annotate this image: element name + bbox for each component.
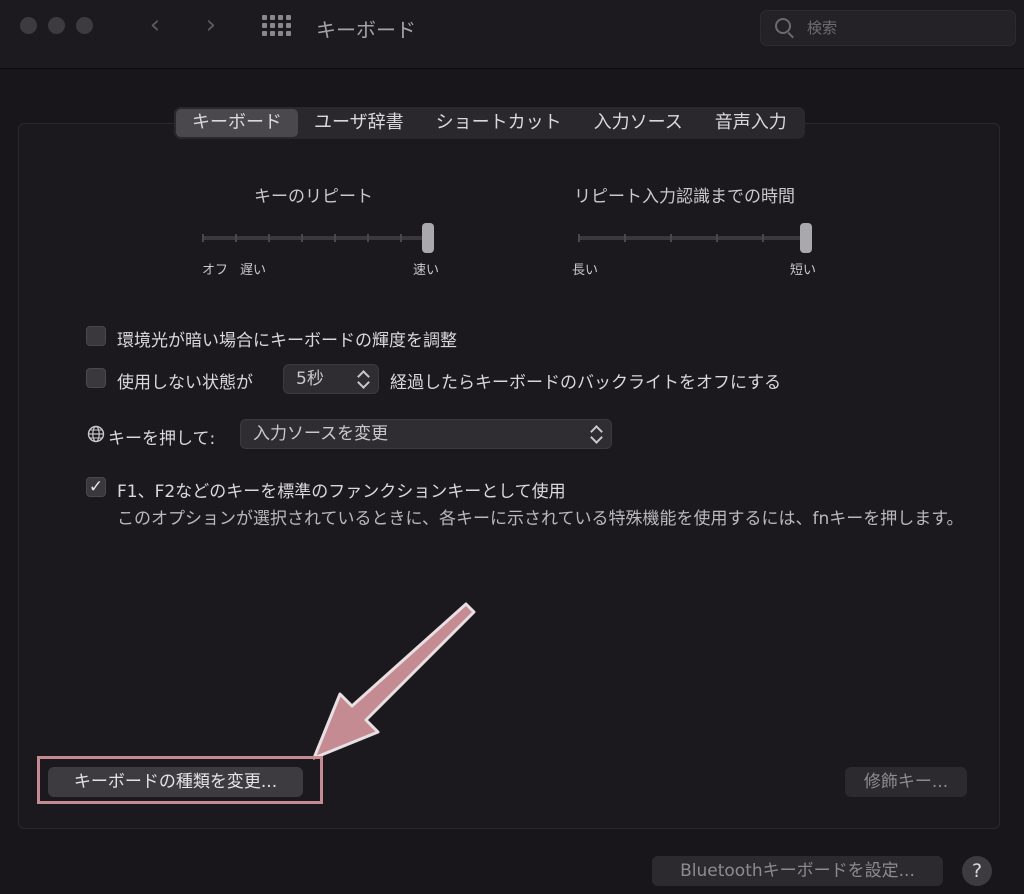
search-input[interactable] — [805, 15, 999, 41]
annotation-arrow-icon — [312, 602, 476, 760]
slider-tick — [400, 234, 402, 242]
change-keyboard-type-button[interactable]: キーボードの種類を変更... — [48, 767, 303, 797]
keyboard-settings-panel — [18, 123, 1000, 829]
key-repeat-fast-label: 速い — [413, 263, 440, 278]
key-repeat-title: キーのリピート — [254, 187, 373, 207]
globe-key-selected: 入力ソースを変更 — [253, 424, 389, 444]
fn-keys-checkbox[interactable]: ✓ — [86, 477, 106, 497]
tab-input-sources[interactable]: 入力ソース — [578, 109, 699, 137]
repeat-delay-short-label: 短い — [790, 263, 817, 278]
repeat-delay-slider[interactable] — [578, 223, 812, 253]
slider-tick — [301, 234, 303, 242]
chevron-right-icon: › — [205, 10, 217, 40]
fn-keys-label: F1、F2などのキーを標準のファンクションキーとして使用 — [117, 482, 566, 502]
tab-dictation[interactable]: 音声入力 — [699, 109, 803, 137]
grid-icon[interactable] — [262, 15, 291, 37]
slider-tick — [235, 234, 237, 242]
key-repeat-off-label: オフ — [202, 263, 229, 278]
slider-tick — [670, 234, 672, 242]
tab-bar: キーボード ユーザ辞書 ショートカット 入力ソース 音声入力 — [174, 107, 805, 139]
key-repeat-knob[interactable] — [422, 223, 434, 253]
tab-shortcuts[interactable]: ショートカット — [420, 109, 578, 137]
repeat-delay-track — [578, 236, 812, 240]
modifier-keys-button[interactable]: 修飾キー... — [845, 767, 967, 797]
close-window-button[interactable] — [20, 17, 37, 34]
slider-tick — [202, 234, 204, 242]
minimize-window-button[interactable] — [48, 17, 65, 34]
slider-tick — [268, 234, 270, 242]
help-button[interactable]: ? — [962, 856, 992, 886]
up-down-arrows-icon — [591, 420, 603, 448]
up-down-arrows-icon — [358, 365, 370, 393]
window-title: キーボード — [316, 18, 416, 42]
slider-tick — [334, 234, 336, 242]
slider-tick — [762, 234, 764, 242]
repeat-delay-knob[interactable] — [800, 223, 812, 253]
forward-button[interactable]: › — [196, 10, 226, 40]
back-button[interactable]: ‹ — [140, 10, 170, 40]
backlight-off-label-before: 使用しない状態が — [117, 373, 253, 393]
ambient-light-checkbox[interactable] — [86, 326, 106, 346]
slider-tick — [367, 234, 369, 242]
repeat-delay-long-label: 長い — [572, 263, 599, 278]
zoom-window-button[interactable] — [76, 17, 93, 34]
key-repeat-slider[interactable] — [202, 223, 434, 253]
backlight-off-label-after: 経過したらキーボードのバックライトをオフにする — [390, 373, 782, 393]
bluetooth-keyboard-setup-button[interactable]: Bluetoothキーボードを設定... — [652, 856, 943, 886]
tab-keyboard[interactable]: キーボード — [176, 109, 298, 137]
globe-key-label: キーを押して: — [108, 429, 216, 449]
ambient-light-label: 環境光が暗い場合にキーボードの輝度を調整 — [117, 331, 457, 351]
slider-tick — [624, 234, 626, 242]
chevron-left-icon: ‹ — [149, 10, 161, 40]
search-field[interactable] — [760, 10, 1016, 46]
search-icon — [775, 18, 791, 34]
backlight-off-checkbox[interactable] — [86, 368, 106, 388]
key-repeat-slow-label: 遅い — [240, 263, 267, 278]
backlight-timeout-stepper[interactable]: 5秒 — [283, 364, 379, 394]
globe-icon — [87, 425, 105, 443]
checkmark-icon: ✓ — [88, 477, 104, 497]
globe-key-select[interactable]: 入力ソースを変更 — [240, 419, 612, 449]
question-mark-icon: ? — [971, 860, 983, 882]
fn-keys-description: このオプションが選択されているときに、各キーに示されている特殊機能を使用するには… — [117, 509, 964, 529]
tab-user-dictionary[interactable]: ユーザ辞書 — [298, 109, 420, 137]
backlight-timeout-value: 5秒 — [296, 369, 324, 389]
repeat-delay-title: リピート入力認識までの時間 — [574, 187, 795, 207]
slider-tick — [716, 234, 718, 242]
slider-tick — [578, 234, 580, 242]
